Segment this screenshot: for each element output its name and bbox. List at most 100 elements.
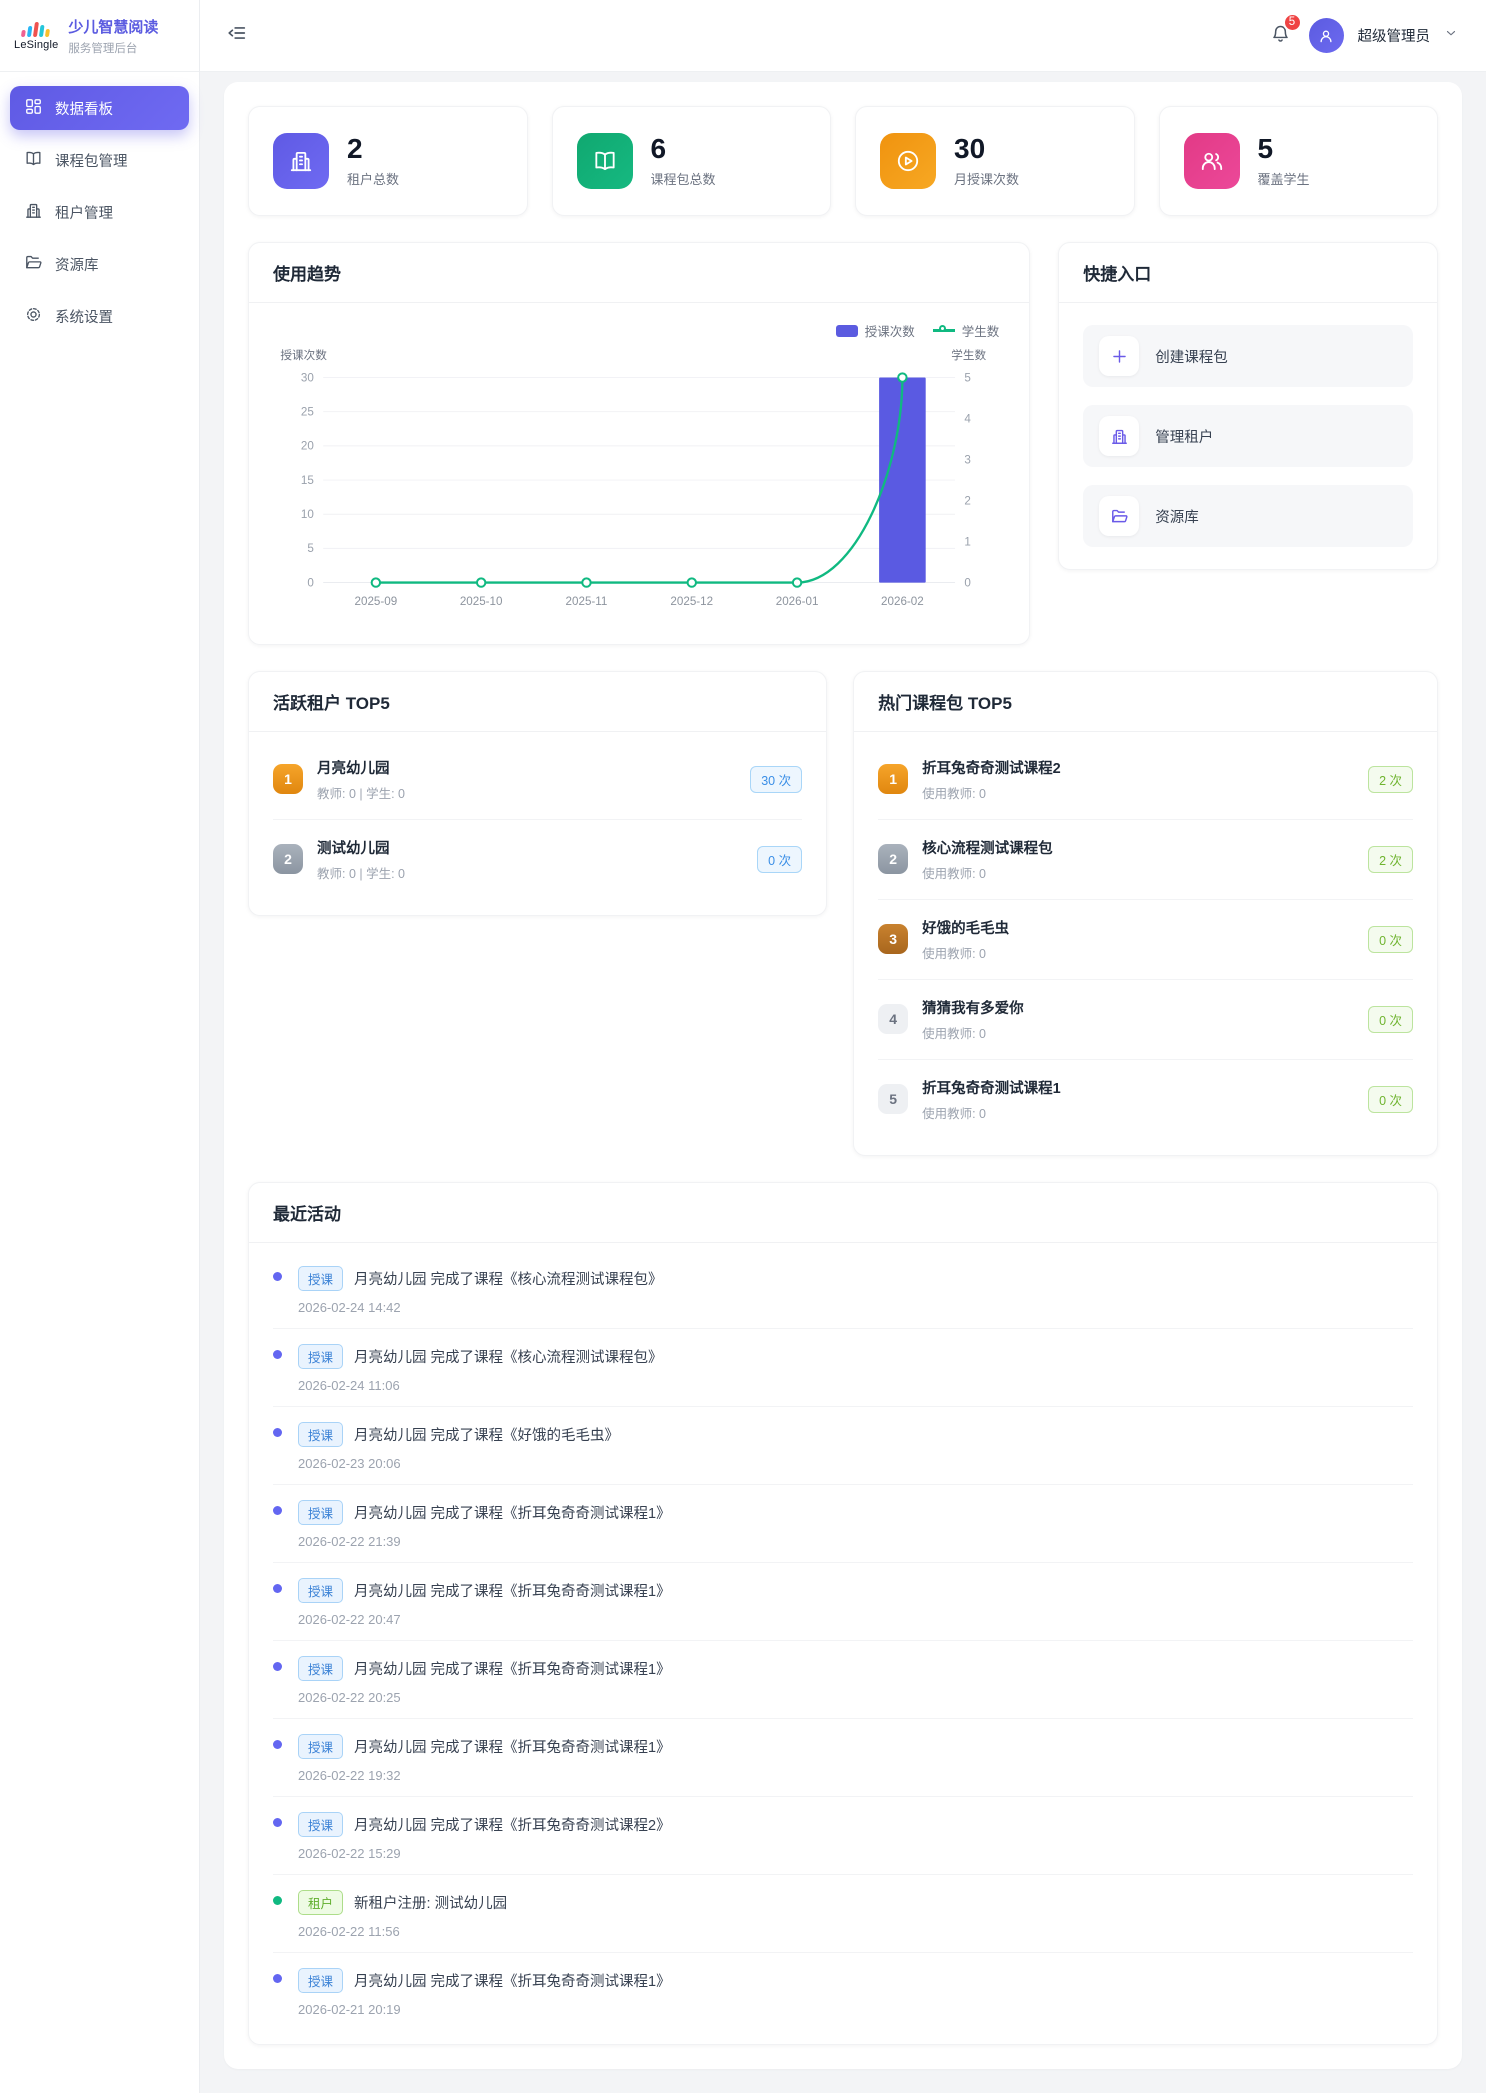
package-meta: 使用教师: 0: [922, 1103, 1354, 1122]
activity-time: 2026-02-21 20:19: [298, 2002, 671, 2017]
brand-logo: LeSingle: [14, 21, 58, 51]
card-title: 活跃租户 TOP5: [273, 694, 390, 713]
activity-time: 2026-02-22 19:32: [298, 1768, 671, 1783]
stat-label: 月授课次数: [954, 169, 1019, 188]
stat-value: 30: [954, 134, 1019, 165]
svg-text:2: 2: [964, 494, 970, 507]
svg-text:15: 15: [301, 474, 314, 487]
activity-text: 月亮幼儿园 完成了课程《折耳兔奇奇测试课程2》: [354, 1814, 671, 1835]
trend-chart-svg: 051015202530012345授课次数学生数2025-092025-102…: [271, 344, 1007, 624]
quick-entry-label: 创建课程包: [1155, 346, 1228, 367]
svg-text:0: 0: [964, 576, 971, 589]
package-row: 4 猜猜我有多爱你 使用教师: 0 0 次: [878, 980, 1413, 1060]
activity-time: 2026-02-24 14:42: [298, 1300, 663, 1315]
activity-dot: [273, 1662, 282, 1671]
activity-dot: [273, 1740, 282, 1749]
usage-trend-chart: 授课次数 学生数 051015202530012345授课次数学生数2025-0…: [249, 303, 1029, 644]
stat-value: 5: [1258, 134, 1310, 165]
count-badge: 30 次: [750, 766, 802, 793]
quick-entry-label: 资源库: [1155, 506, 1199, 527]
plus-icon: [1099, 336, 1139, 376]
activity-text: 月亮幼儿园 完成了课程《折耳兔奇奇测试课程1》: [354, 1502, 671, 1523]
package-name: 折耳兔奇奇测试课程2: [922, 757, 1354, 778]
count-badge: 0 次: [757, 846, 802, 873]
count-badge: 0 次: [1368, 926, 1413, 953]
package-row: 3 好饿的毛毛虫 使用教师: 0 0 次: [878, 900, 1413, 980]
activity-dot: [273, 1584, 282, 1593]
building-icon: [273, 133, 329, 189]
sidebar-item-dashboard[interactable]: 数据看板: [10, 86, 189, 130]
legend-label: 授课次数: [865, 321, 915, 340]
quick-entry-create-package[interactable]: 创建课程包: [1083, 325, 1413, 387]
activity-dot: [273, 1974, 282, 1983]
activity-row: 授课月亮幼儿园 完成了课程《折耳兔奇奇测试课程1》 2026-02-21 20:…: [273, 1953, 1413, 2030]
activity-row: 授课月亮幼儿园 完成了课程《折耳兔奇奇测试课程1》 2026-02-22 21:…: [273, 1485, 1413, 1563]
quick-entry-resources[interactable]: 资源库: [1083, 485, 1413, 547]
svg-text:2025-10: 2025-10: [460, 595, 503, 608]
activity-dot: [273, 1506, 282, 1515]
activity-time: 2026-02-24 11:06: [298, 1378, 663, 1393]
user-name[interactable]: 超级管理员: [1358, 25, 1431, 46]
activity-type-badge: 授课: [298, 1500, 343, 1525]
stat-label: 覆盖学生: [1258, 169, 1310, 188]
activity-text: 月亮幼儿园 完成了课程《核心流程测试课程包》: [354, 1346, 663, 1367]
rank-badge: 5: [878, 1084, 908, 1114]
sidebar-item-tenants[interactable]: 租户管理: [10, 190, 189, 234]
sidebar-item-label: 租户管理: [55, 202, 113, 223]
activity-type-badge: 授课: [298, 1266, 343, 1291]
book-icon: [577, 133, 633, 189]
rank-badge: 2: [273, 844, 303, 874]
user-avatar[interactable]: [1309, 18, 1344, 53]
svg-text:学生数: 学生数: [951, 348, 986, 362]
activity-row: 授课月亮幼儿园 完成了课程《核心流程测试课程包》 2026-02-24 14:4…: [273, 1251, 1413, 1329]
svg-text:20: 20: [301, 440, 314, 453]
svg-text:0: 0: [307, 576, 314, 589]
folder-icon: [1099, 496, 1139, 536]
sidebar-item-settings[interactable]: 系统设置: [10, 294, 189, 338]
bar-legend-swatch: [836, 325, 858, 337]
chart-legend: 授课次数 学生数: [271, 321, 1007, 340]
svg-text:2025-09: 2025-09: [355, 595, 398, 608]
svg-text:3: 3: [964, 453, 970, 466]
activity-row: 授课月亮幼儿园 完成了课程《好饿的毛毛虫》 2026-02-23 20:06: [273, 1407, 1413, 1485]
chevron-down-icon[interactable]: [1444, 26, 1458, 45]
stat-card-course-packages: 6 课程包总数: [552, 106, 832, 216]
activity-row-tenant: 租户新租户注册: 测试幼儿园 2026-02-22 11:56: [273, 1875, 1413, 1953]
activity-text: 月亮幼儿园 完成了课程《折耳兔奇奇测试课程1》: [354, 1736, 671, 1757]
package-meta: 使用教师: 0: [922, 863, 1354, 882]
activity-type-badge: 租户: [298, 1890, 343, 1915]
quick-entry-label: 管理租户: [1155, 426, 1213, 447]
sidebar-item-course-packages[interactable]: 课程包管理: [10, 138, 189, 182]
building-icon: [24, 201, 43, 224]
svg-text:4: 4: [964, 412, 971, 425]
header-actions: 5 超级管理员: [1266, 18, 1459, 53]
quick-entry-manage-tenants[interactable]: 管理租户: [1083, 405, 1413, 467]
card-title: 快捷入口: [1083, 265, 1151, 284]
count-badge: 0 次: [1368, 1006, 1413, 1033]
package-name: 核心流程测试课程包: [922, 837, 1354, 858]
card-title: 最近活动: [273, 1205, 341, 1224]
activity-time: 2026-02-22 20:47: [298, 1612, 671, 1627]
svg-text:30: 30: [301, 371, 314, 384]
package-name: 猜猜我有多爱你: [922, 997, 1354, 1018]
activity-dot: [273, 1818, 282, 1827]
activity-type-badge: 授课: [298, 1344, 343, 1369]
main-area: 5 超级管理员 2: [200, 0, 1486, 2093]
rank-badge: 4: [878, 1004, 908, 1034]
activity-row: 授课月亮幼儿园 完成了课程《折耳兔奇奇测试课程1》 2026-02-22 20:…: [273, 1563, 1413, 1641]
count-badge: 0 次: [1368, 1086, 1413, 1113]
sidebar-collapse-icon[interactable]: [226, 22, 248, 49]
legend-label: 学生数: [962, 321, 1000, 340]
sidebar-item-resources[interactable]: 资源库: [10, 242, 189, 286]
recent-activity-card: 最近活动 授课月亮幼儿园 完成了课程《核心流程测试课程包》 2026-02-24…: [248, 1182, 1438, 2045]
sidebar-item-label: 资源库: [55, 254, 99, 275]
notification-bell-icon[interactable]: 5: [1266, 19, 1295, 53]
stat-value: 2: [347, 134, 399, 165]
play-icon: [880, 133, 936, 189]
activity-row: 授课月亮幼儿园 完成了课程《核心流程测试课程包》 2026-02-24 11:0…: [273, 1329, 1413, 1407]
svg-text:2026-01: 2026-01: [776, 595, 819, 608]
active-tenants-card: 活跃租户 TOP5 1 月亮幼儿园 教师: 0 | 学生: 0 30 次 2 测…: [248, 671, 827, 916]
quick-entry-card: 快捷入口 创建课程包 管理租户: [1058, 242, 1438, 570]
activity-text: 月亮幼儿园 完成了课程《折耳兔奇奇测试课程1》: [354, 1580, 671, 1601]
rank-badge: 2: [878, 844, 908, 874]
